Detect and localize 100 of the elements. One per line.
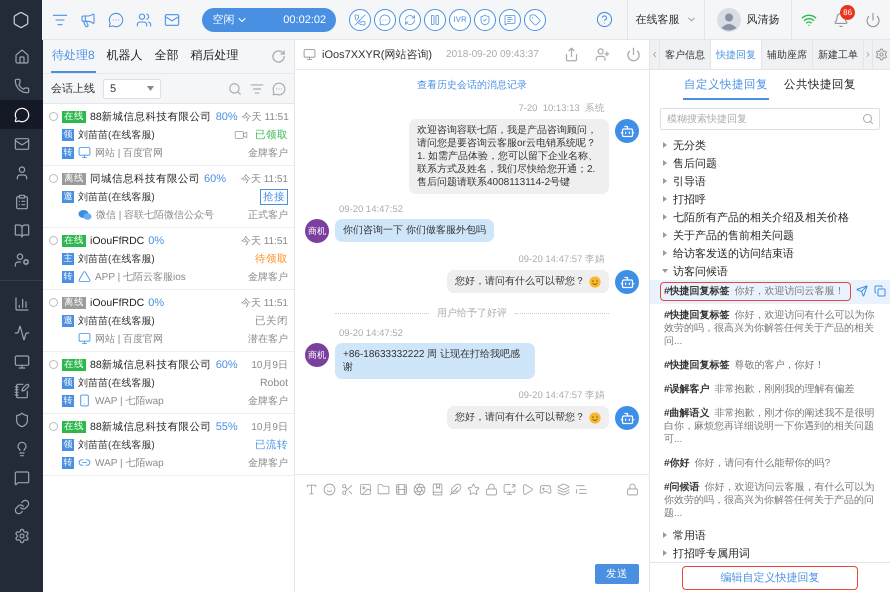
search-field[interactable]: 模糊搜索快捷回复 <box>660 108 880 130</box>
agent-mode-dropdown[interactable]: 在线客服 <box>636 12 680 27</box>
star-icon[interactable] <box>467 483 480 496</box>
quick-reply[interactable]: #问候语 你好，欢迎访问云客服，有什么可以为你效劳的吗，很高兴为你解答任何关于产品的问题... <box>660 478 886 523</box>
session-tab[interactable]: 稍后处理 <box>190 40 240 73</box>
send-icon[interactable] <box>856 285 868 297</box>
session-limit-select[interactable]: 5 <box>103 78 161 98</box>
reply-category[interactable]: 售后问题 <box>662 154 890 172</box>
radio-button[interactable] <box>49 298 58 307</box>
agent-name: 刘苗苗(在线客服) <box>78 190 155 204</box>
image-icon[interactable] <box>359 483 372 496</box>
gamepad-icon[interactable] <box>539 483 552 496</box>
power-icon[interactable] <box>626 47 641 62</box>
channel-source: 微信 | 容联七陌微信公众号 <box>96 208 214 222</box>
shield-button[interactable] <box>474 8 496 30</box>
transfer-button[interactable] <box>399 8 422 30</box>
folder-icon[interactable] <box>377 483 390 496</box>
radio-button[interactable] <box>49 422 58 431</box>
radio-button[interactable] <box>49 174 58 183</box>
reply-category[interactable]: 给访客发送的访问结束语 <box>662 244 890 262</box>
radio-button[interactable] <box>49 112 58 121</box>
customer-name: 88新城信息科技有限公司 <box>90 358 212 372</box>
quick-reply[interactable]: #误解客户 非常抱歉，刚刚我的理解有偏差 <box>660 380 886 399</box>
session-tab[interactable]: 全部 <box>154 40 180 73</box>
book-icon[interactable] <box>431 483 444 496</box>
message-meta: 09-20 14:47:52 <box>339 204 403 215</box>
customer-name: 88新城信息科技有限公司 <box>90 110 212 124</box>
hold-button[interactable] <box>424 8 446 30</box>
role-badge: 领 <box>62 438 74 450</box>
session-item[interactable]: 离线 iOouFfRDC 0% 今天 11:51 邀 刘苗苗(在线客服) 已关闭 网站 | 百度官网 潜在客户 <box>43 290 294 352</box>
role-badge: 邀 <box>62 314 74 326</box>
session-item[interactable]: 在线 88新城信息科技有限公司 80% 今天 11:51 领 刘苗苗(在线客服) 已领取 转 网站 | 百度官网 金牌客户 <box>43 104 294 166</box>
session-item[interactable]: 在线 88新城信息科技有限公司 60% 10月9日 领 刘苗苗(在线客服) Robot 转 WAP | 七陌wap 金牌客户 <box>43 352 294 414</box>
quick-reply[interactable]: #快捷回复标签 你好，欢迎访问有什么可以为你效劳的吗，很高兴为你解答任何关于产品的相关问... <box>660 306 886 351</box>
agent-name: 刘苗苗(在线客服) <box>78 438 155 452</box>
help-icon[interactable] <box>596 11 614 28</box>
quick-reply[interactable]: #快捷回复标签 尊敬的客户，你好！ <box>660 356 886 375</box>
power-icon[interactable] <box>865 12 882 28</box>
agent-name: 刘苗苗(在线客服) <box>78 376 155 390</box>
chat-bubble-icon[interactable] <box>272 82 286 96</box>
quick-reply[interactable]: #快捷回复标签 你好，欢迎访问云客服！ <box>660 282 851 301</box>
mail-icon[interactable] <box>164 12 180 28</box>
message-button[interactable] <box>499 8 522 30</box>
video-icon[interactable] <box>395 483 408 496</box>
session-item[interactable]: 在线 iOouFfRDC 0% 今天 11:51 主 刘苗苗(在线客服) 待领取 转 APP | 七陌云客服ios 金牌客户 <box>43 228 294 290</box>
layers-icon[interactable] <box>557 483 570 496</box>
agent-name: 刘苗苗(在线客服) <box>78 314 155 328</box>
reply-category[interactable]: 访客问候语 <box>662 262 890 280</box>
screen-share-icon[interactable] <box>503 483 516 496</box>
megaphone-icon[interactable] <box>80 12 96 28</box>
emoji-icon[interactable] <box>323 483 336 496</box>
agent-name: 刘苗苗(在线客服) <box>78 128 155 142</box>
aperture-icon[interactable] <box>413 483 426 496</box>
presence-badge: 在线 <box>62 110 86 122</box>
reply-category[interactable]: 打招呼专属用词 <box>662 544 890 562</box>
copy-icon[interactable] <box>874 285 886 297</box>
radio-button[interactable] <box>49 360 58 369</box>
search-icon[interactable] <box>228 82 242 96</box>
session-item[interactable]: 在线 88新城信息科技有限公司 55% 10月9日 领 刘苗苗(在线客服) 已流转 转 WAP | 七陌wap 金牌客户 <box>43 414 294 476</box>
role-badge: 领 <box>62 128 74 140</box>
hang-up-button[interactable] <box>349 8 372 30</box>
presence-badge: 离线 <box>62 172 86 184</box>
settings-icon[interactable] <box>872 40 890 69</box>
sort-icon[interactable] <box>250 82 264 96</box>
customer-level: 金牌客户 <box>248 270 288 284</box>
lock-icon[interactable] <box>626 483 639 496</box>
consult-button[interactable] <box>374 8 396 30</box>
rating-notice: 用户给予了好评 <box>437 306 507 320</box>
quick-reply[interactable]: #曲解语义 非常抱歉，刚才你的阐述我不是很明白你，麻烦您再详细说明一下你遇到的相关问题可... <box>660 404 886 449</box>
radio-button[interactable] <box>49 236 58 245</box>
share-icon[interactable] <box>564 47 579 62</box>
reply-category[interactable]: 关于产品的售前相关问题 <box>662 226 890 244</box>
session-tab[interactable]: 机器人 <box>106 40 144 73</box>
filter-label: 会话上线 <box>51 82 95 96</box>
visitor-avatar: 商机 <box>305 219 329 243</box>
customer-name: iOouFfRDC <box>90 234 144 246</box>
match-percent: 55% <box>216 420 238 432</box>
users-icon[interactable] <box>136 12 152 28</box>
reply-type-tab[interactable]: 公共快捷回复 <box>783 70 857 100</box>
text-icon[interactable] <box>305 483 318 496</box>
reply-category[interactable]: 七陌所有产品的相关介绍及相关价格 <box>662 208 890 226</box>
scissors-icon[interactable] <box>341 483 354 496</box>
feather-icon[interactable] <box>449 483 462 496</box>
customer-level: 金牌客户 <box>248 146 288 160</box>
message-icon <box>504 14 516 26</box>
monitor-icon <box>303 48 316 61</box>
lock-icon[interactable] <box>485 483 498 496</box>
role-badge: 邀 <box>62 190 74 202</box>
add-user-icon[interactable] <box>595 47 610 62</box>
quick-reply[interactable]: #你好 你好，请问有什么能帮你的吗? <box>660 454 886 473</box>
play-icon[interactable] <box>521 483 534 496</box>
reply-category[interactable]: 无分类 <box>662 136 890 154</box>
tag-button[interactable] <box>524 8 546 30</box>
session-status: 待领取 <box>255 252 288 266</box>
transfer-badge: 转 <box>62 456 74 468</box>
reply-category[interactable]: 常用语 <box>662 526 890 544</box>
chat-icon[interactable] <box>0 100 43 129</box>
session-item[interactable]: 离线 同城信息科技有限公司 60% 今天 11:51 邀 刘苗苗(在线客服) 抢接 微信 | 容联七陌微信公众号 正式客户 <box>43 166 294 228</box>
reply-category[interactable]: 打招呼 <box>662 190 890 208</box>
reply-category[interactable]: 引导语 <box>662 172 890 190</box>
